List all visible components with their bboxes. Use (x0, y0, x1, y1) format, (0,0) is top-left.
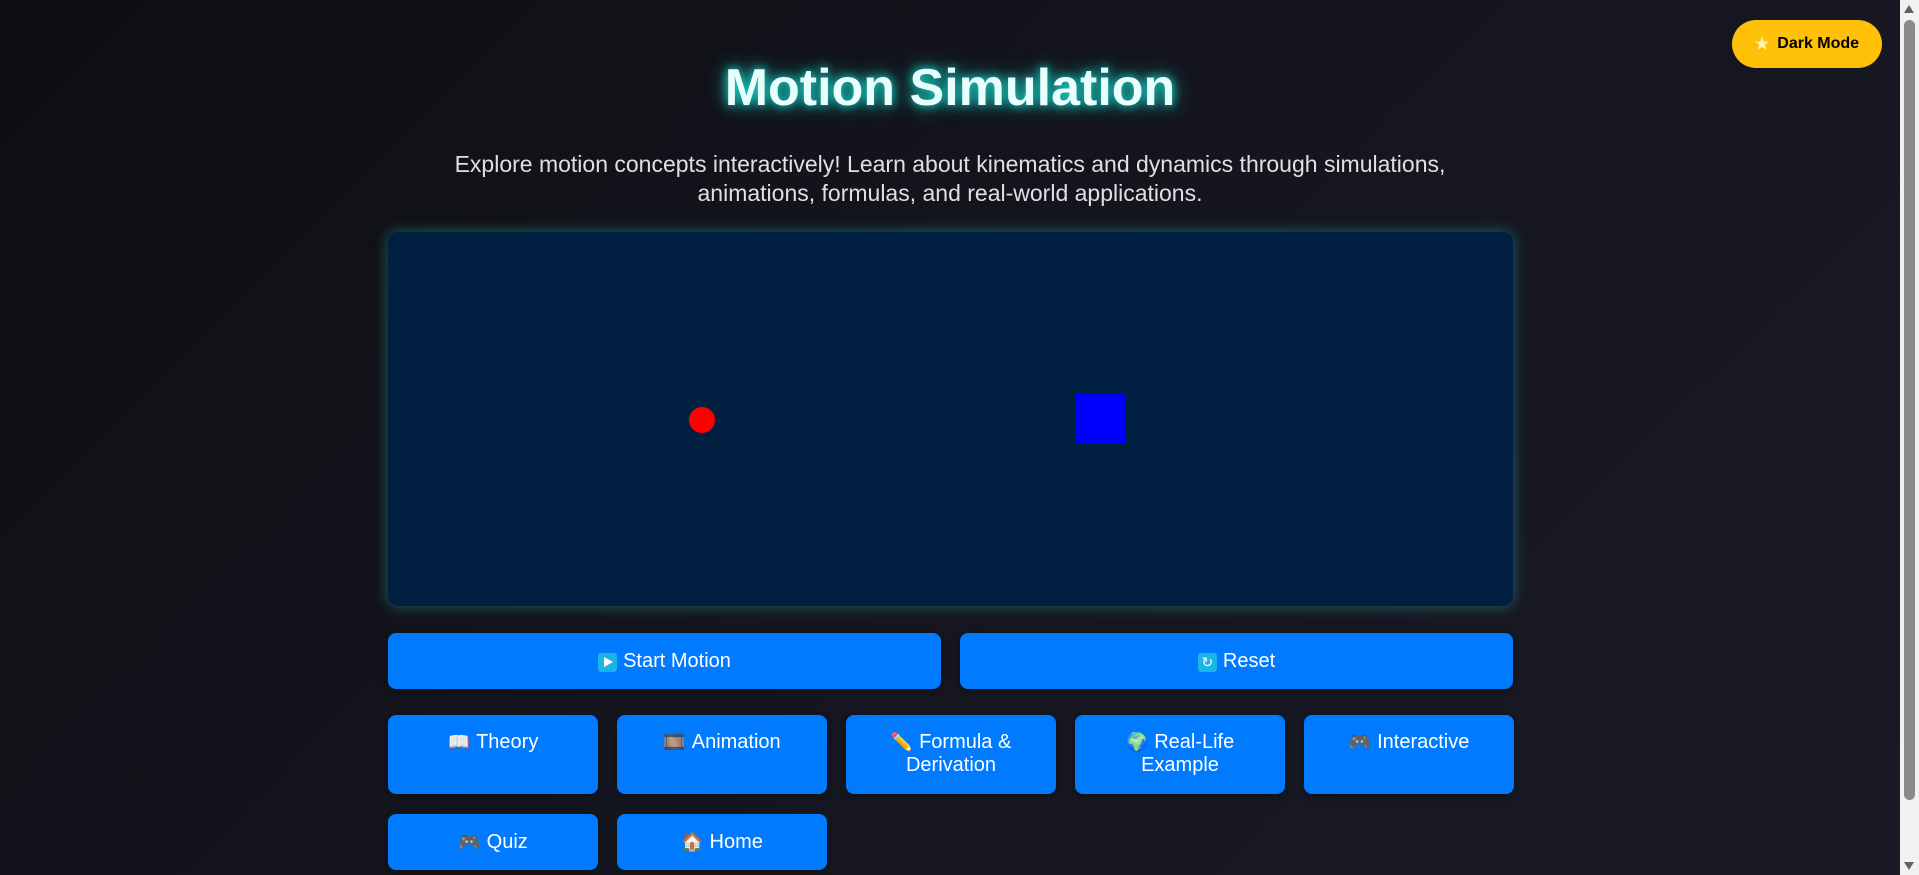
gamepad-icon: 🎮 (458, 831, 481, 852)
scroll-up-arrow-icon[interactable] (1904, 5, 1914, 13)
page: ★ Dark Mode Motion Simulation Explore mo… (0, 0, 1900, 875)
globe-icon: 🌍 (1125, 732, 1149, 752)
animation-button[interactable]: 🎞️ Animation (617, 715, 827, 794)
theory-button[interactable]: 📖 Theory (388, 715, 598, 794)
interactive-label: Interactive (1377, 731, 1470, 753)
home-button[interactable]: 🏠 Home (617, 814, 827, 870)
red-ball (689, 407, 715, 433)
star-icon: ★ (1754, 36, 1770, 53)
scrollbar-thumb[interactable] (1904, 20, 1915, 800)
formula-derivation-button[interactable]: ✏️ Formula & Derivation (846, 715, 1056, 794)
pencil-icon: ✏️ (890, 732, 914, 752)
vertical-scrollbar[interactable] (1900, 0, 1919, 875)
quiz-label: Quiz (486, 830, 528, 853)
blue-box (1076, 394, 1126, 444)
film-icon: 🎞️ (663, 732, 686, 752)
home-label: Home (709, 830, 763, 853)
reset-button[interactable]: ↻ Reset (960, 633, 1513, 689)
theory-label: Theory (476, 731, 539, 753)
house-icon: 🏠 (681, 831, 704, 852)
reset-icon: ↻ (1197, 652, 1217, 672)
reset-label: Reset (1222, 649, 1276, 672)
start-motion-button[interactable]: Start Motion (388, 633, 941, 689)
book-icon: 📖 (447, 732, 471, 752)
gamepad-icon: 🎮 (1348, 732, 1372, 752)
start-motion-label: Start Motion (623, 649, 731, 672)
interactive-button[interactable]: 🎮 Interactive (1304, 715, 1514, 794)
page-subtitle: Explore motion concepts interactively! L… (454, 151, 1446, 206)
real-life-label: Real-Life Example (1141, 731, 1235, 776)
play-icon (598, 652, 618, 672)
real-life-example-button[interactable]: 🌍 Real-Life Example (1075, 715, 1285, 794)
dark-mode-label: Dark Mode (1777, 35, 1860, 52)
scroll-down-arrow-icon[interactable] (1904, 862, 1914, 870)
formula-label: Formula & Derivation (905, 731, 1012, 776)
page-title: Motion Simulation (724, 59, 1176, 117)
simulation-canvas (388, 232, 1513, 606)
quiz-button[interactable]: 🎮 Quiz (388, 814, 598, 870)
animation-label: Animation (691, 731, 781, 753)
